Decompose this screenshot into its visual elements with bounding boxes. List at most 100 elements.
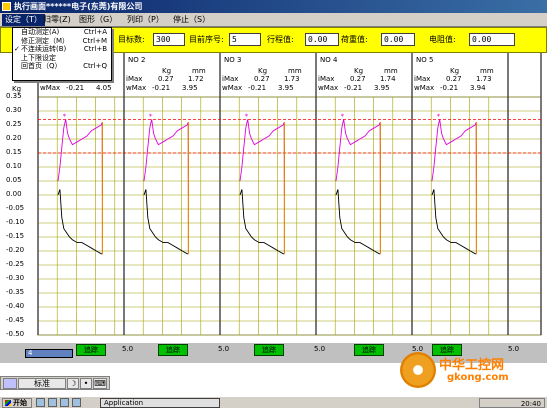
dd-auto-measure-label: 自动测定(A) (21, 28, 60, 36)
wmax-label: wMax (222, 84, 243, 92)
y-tick-label: 0.20 (6, 134, 22, 142)
waveform-chart: * * * * * (37, 53, 542, 336)
y-tick-label: 0.15 (6, 148, 22, 156)
panel-iMax-mm: 1.72 (188, 75, 204, 83)
panel-wMax-kg: -0.21 (66, 84, 85, 92)
load-label: 荷重值: (341, 35, 368, 44)
stroke-field[interactable]: 0.00 (305, 33, 339, 46)
track-button[interactable]: 追踪 (76, 344, 106, 356)
quicklaunch-media-icon[interactable] (72, 398, 81, 407)
menu-stop[interactable]: 停止（S） (170, 14, 213, 26)
load-field[interactable]: 0.00 (381, 33, 415, 46)
panel-wMax-mm: 3.94 (470, 84, 486, 92)
panel-no: NO 5 (416, 56, 434, 64)
imax-label: iMax (126, 75, 143, 83)
seq-label: 目前序号: (189, 35, 224, 44)
imax-label: iMax (318, 75, 335, 83)
start-button[interactable]: 开始 (2, 398, 32, 408)
wmax-label: wMax (318, 84, 339, 92)
panel-iMax-kg: 0.27 (446, 75, 462, 83)
panel-unit-mm: mm (288, 67, 302, 75)
dot-icon[interactable]: • (80, 378, 92, 389)
dd-auto-measure-shortcut: Ctrl+A (83, 28, 107, 36)
watermark-url: gkong.com (447, 372, 509, 383)
panel-unit-mm: mm (384, 67, 398, 75)
moon-icon[interactable]: ☽ (67, 378, 79, 389)
wmax-label: wMax (414, 84, 435, 92)
menu-graph[interactable]: 图形（G） (76, 14, 120, 26)
menu-print[interactable]: 列印（P） (124, 14, 167, 26)
panel-iMax-kg: 0.27 (158, 75, 174, 83)
y-tick-label: 0.05 (6, 176, 22, 184)
panel-wMax-kg: -0.21 (152, 84, 171, 92)
y-tick-label: 0.30 (6, 106, 22, 114)
status-box: 4 (25, 349, 73, 358)
track-value: 5.0 (218, 345, 230, 353)
panel-unit-kg: Kg (450, 67, 460, 75)
target-label: 目标数: (118, 35, 145, 44)
track-value: 5.0 (122, 345, 134, 353)
y-tick-label: 0.35 (6, 92, 22, 100)
menu-bar: 设定（T） 归零(Z) 图形（G） 列印（P） 停止（S） (0, 13, 547, 27)
panel-no: NO 2 (128, 56, 146, 64)
y-tick-label: -0.20 (6, 246, 25, 254)
dd-discontinuous[interactable]: ✓ 不连续运转(B) Ctrl+B (13, 45, 111, 54)
chart-area: * * * * * 0.35 0.30 0.25 0.20 0.15 0.10 0.05 0.00 -0… (0, 53, 547, 343)
menu-zero[interactable]: 归零(Z) (40, 14, 74, 26)
quicklaunch-explorer-icon[interactable] (60, 398, 69, 407)
panel-iMax-kg: 0.27 (350, 75, 366, 83)
y-tick-label: -0.05 (6, 204, 25, 212)
y-tick-label: -0.30 (6, 274, 25, 282)
panel-iMax-mm: 1.73 (476, 75, 492, 83)
quicklaunch-ie-icon[interactable] (36, 398, 45, 407)
panel-unit-kg: Kg (354, 67, 364, 75)
peak-marker-icon: * (437, 112, 441, 120)
y-tick-label: 0.10 (6, 162, 22, 170)
dd-home[interactable]: 回首页（Q） Ctrl+Q (13, 62, 111, 71)
seq-field[interactable]: 5 (229, 33, 261, 46)
y-tick-label: 0.25 (6, 120, 22, 128)
dd-correct-measure[interactable]: 修正测定（M） Ctrl+M (13, 37, 111, 46)
panel-unit-kg: Kg (162, 67, 172, 75)
track-button[interactable]: 追踪 (354, 344, 384, 356)
panel-wMax-mm: 3.95 (374, 84, 390, 92)
y-tick-label: 0.00 (6, 190, 22, 198)
menu-settings[interactable]: 设定（T） (2, 14, 45, 26)
peak-marker-icon: * (149, 112, 153, 120)
panel-wMax-kg: -0.21 (440, 84, 459, 92)
y-tick-label: -0.45 (6, 316, 25, 324)
quicklaunch-desktop-icon[interactable] (48, 398, 57, 407)
watermark-logo: 中华工控网 gkong.com (395, 348, 545, 393)
y-tick-label: -0.40 (6, 302, 25, 310)
taskbar-app-button[interactable]: Application (100, 398, 220, 408)
panel-wMax-mm: 3.95 (278, 84, 294, 92)
ime-bar: 标准 ☽ • ⌨ (0, 376, 110, 390)
panel-iMax-kg: 0.27 (254, 75, 270, 83)
track-button[interactable]: 追踪 (158, 344, 188, 356)
y-tick-label: -0.50 (6, 330, 25, 338)
ime-icon[interactable] (3, 378, 17, 389)
watermark-title: 中华工控网 (439, 358, 505, 373)
dd-discontinuous-label: 不连续运转(B) (21, 45, 67, 53)
dd-limit-setting-label: 上下限设定 (21, 53, 56, 62)
panel-unit-mm: mm (480, 67, 494, 75)
dd-correct-measure-shortcut: Ctrl+M (82, 36, 107, 45)
y-unit-label: Kg (12, 85, 22, 93)
track-button[interactable]: 追踪 (254, 344, 284, 356)
plot-frame (37, 96, 542, 336)
keyboard-icon[interactable]: ⌨ (93, 378, 107, 389)
ime-mode[interactable]: 标准 (18, 378, 66, 389)
settings-dropdown: 自动测定(A) Ctrl+A 修正测定（M） Ctrl+M ✓ 不连续运转(B)… (12, 27, 112, 81)
peak-marker-icon: * (341, 112, 345, 120)
wmax-label: wMax (126, 84, 147, 92)
y-tick-label: -0.25 (6, 260, 25, 268)
imax-label: iMax (222, 75, 239, 83)
y-tick-label: -0.15 (6, 232, 25, 240)
dd-auto-measure[interactable]: 自动测定(A) Ctrl+A (13, 28, 111, 37)
panel-no: NO 3 (224, 56, 242, 64)
resistance-field[interactable]: 0.00 (469, 33, 515, 46)
target-field[interactable]: 300 (153, 33, 185, 46)
taskbar: 开始 Application 20:40 (0, 396, 547, 408)
dd-limit-setting[interactable]: 上下限设定 (13, 54, 111, 63)
panel-wMax-kg: -0.21 (344, 84, 363, 92)
